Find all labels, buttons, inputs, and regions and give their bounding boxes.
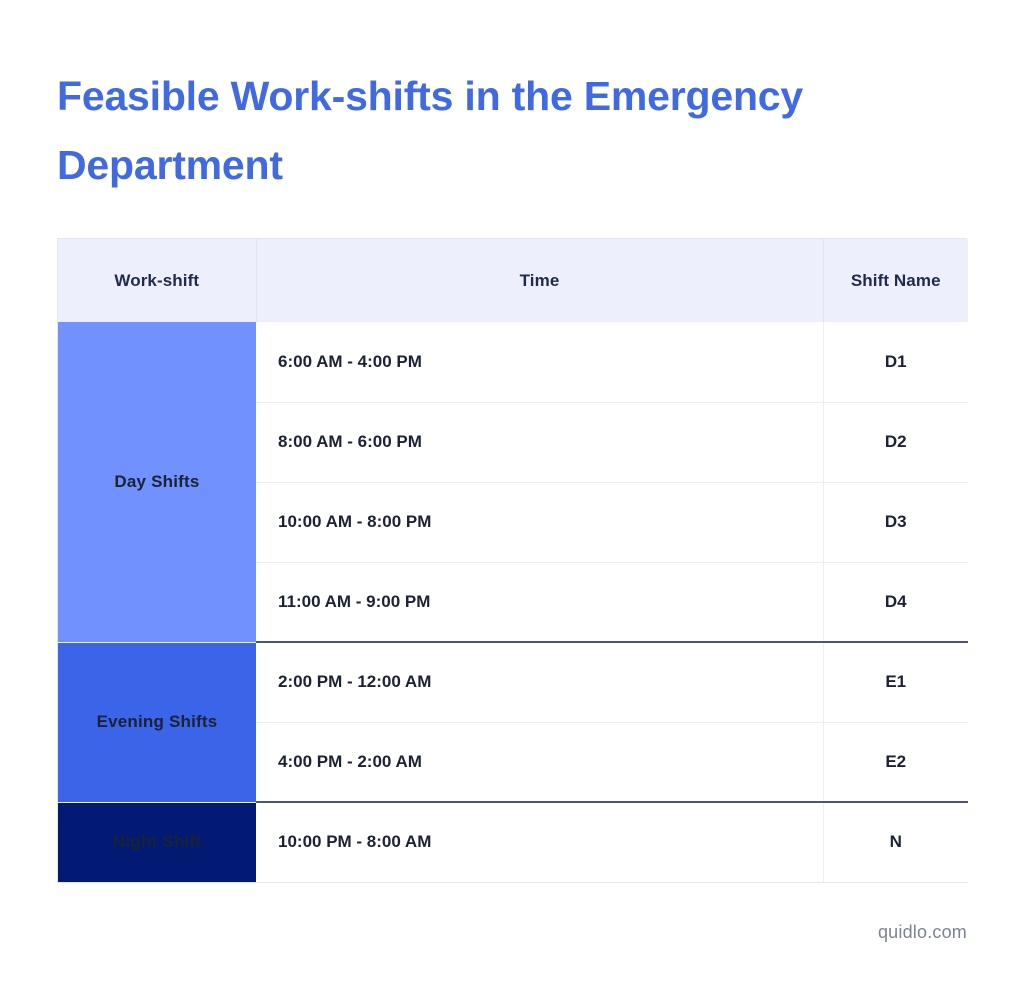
shift-name-cell: N bbox=[823, 802, 968, 883]
shift-group-label: Day Shifts bbox=[58, 322, 256, 643]
shift-name-cell: E1 bbox=[823, 642, 968, 723]
column-header-time: Time bbox=[256, 239, 824, 322]
shift-name-cell: E2 bbox=[823, 722, 968, 803]
work-shifts-table-wrapper: Work-shift Time Shift Name Day Shifts 6:0… bbox=[57, 238, 968, 883]
table-row: Day Shifts 6:00 AM - 4:00 PM D1 bbox=[58, 322, 968, 643]
watermark: quidlo.com bbox=[877, 922, 967, 942]
table-body: Day Shifts 6:00 AM - 4:00 PM D1 8:00 AM - 6… bbox=[58, 322, 968, 883]
column-header-workshift: Work-shift bbox=[58, 239, 257, 322]
shift-time-cell: 4:00 PM - 2:00 AM bbox=[256, 722, 824, 803]
shift-time-cell: 8:00 AM - 6:00 PM bbox=[256, 402, 824, 483]
shift-name-cell: D4 bbox=[823, 562, 968, 643]
shift-time-cell: 10:00 PM - 8:00 AM bbox=[256, 802, 824, 883]
work-shifts-table: Work-shift Time Shift Name Day Shifts 6:0… bbox=[58, 239, 968, 883]
table-row: Evening Shifts 2:00 PM - 12:00 AM E1 bbox=[58, 642, 968, 803]
shift-name-cell: D2 bbox=[823, 402, 968, 483]
shift-group-label: Evening Shifts bbox=[58, 642, 256, 803]
shift-name-cell: D1 bbox=[823, 322, 968, 403]
shift-time-cell: 2:00 PM - 12:00 AM bbox=[256, 642, 824, 723]
infographic-page: Feasible Work-shifts in the Emergency De… bbox=[0, 0, 1024, 1008]
table-row: Night Shift 10:00 PM - 8:00 AM N bbox=[58, 802, 968, 883]
column-header-shift-name: Shift Name bbox=[823, 239, 968, 322]
table-header-row: Work-shift Time Shift Name bbox=[58, 239, 968, 322]
shift-time-cell: 10:00 AM - 8:00 PM bbox=[256, 482, 824, 563]
shift-group-label: Night Shift bbox=[58, 802, 256, 883]
shift-time-cell: 6:00 AM - 4:00 PM bbox=[256, 322, 824, 403]
page-title: Feasible Work-shifts in the Emergency De… bbox=[57, 73, 803, 188]
table-header: Work-shift Time Shift Name bbox=[58, 239, 968, 322]
shift-time-cell: 11:00 AM - 9:00 PM bbox=[256, 562, 824, 643]
shift-name-cell: D3 bbox=[823, 482, 968, 563]
